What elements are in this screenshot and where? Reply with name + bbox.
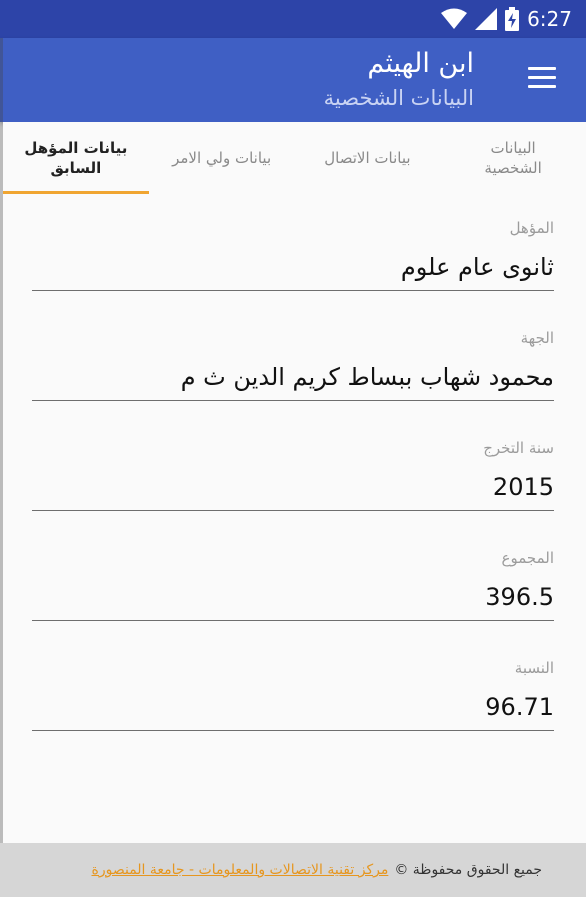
tab-guardian-data[interactable]: بيانات ولي الامر <box>149 122 295 194</box>
tab-bar: البيانات الشخصية بيانات الاتصال بيانات و… <box>3 122 586 194</box>
tab-label: بيانات ولي الامر <box>172 149 272 167</box>
tab-previous-qualification[interactable]: بيانات المؤهل السابق <box>3 122 149 194</box>
total-score-field[interactable]: المجموع 396.5 <box>32 525 554 635</box>
percentage-field[interactable]: النسبة 96.71 <box>32 635 554 745</box>
tab-personal-data[interactable]: البيانات الشخصية <box>440 122 586 194</box>
field-label: الجهة <box>520 329 554 347</box>
footer: جميع الحقوق محفوظة © مركز تقنية الاتصالا… <box>0 843 586 897</box>
signal-icon <box>475 8 498 30</box>
institution-field[interactable]: الجهة محمود شهاب ببساط كريم الدين ث م <box>32 305 554 415</box>
qualification-field[interactable]: المؤهل ثانوى عام علوم <box>32 195 554 305</box>
tab-label: بيانات الاتصال <box>324 149 411 167</box>
field-label: المجموع <box>501 549 554 567</box>
field-value: محمود شهاب ببساط كريم الدين ث م <box>180 363 554 391</box>
footer-rights-text: جميع الحقوق محفوظة © <box>394 862 542 878</box>
field-label: سنة التخرج <box>483 439 554 457</box>
graduation-year-field[interactable]: سنة التخرج 2015 <box>32 415 554 525</box>
tab-label: بيانات المؤهل السابق <box>24 139 128 177</box>
field-label: النسبة <box>514 659 554 677</box>
qualification-form: المؤهل ثانوى عام علوم الجهة محمود شهاب ب… <box>32 195 554 745</box>
status-time: 6:27 <box>527 7 572 31</box>
status-icons: 6:27 <box>441 6 572 32</box>
tab-label: البيانات الشخصية <box>484 139 542 177</box>
field-underline <box>32 620 554 621</box>
app-bar: ابن الهيثم البيانات الشخصية <box>0 38 586 122</box>
tab-contact-data[interactable]: بيانات الاتصال <box>295 122 441 194</box>
app-subtitle: البيانات الشخصية <box>323 86 474 110</box>
field-underline <box>32 510 554 511</box>
field-value: 96.71 <box>485 693 554 721</box>
field-underline <box>32 400 554 401</box>
status-bar: 6:27 <box>0 0 586 38</box>
app-title: ابن الهيثم <box>367 48 474 79</box>
battery-charging-icon <box>505 7 520 31</box>
field-value: 2015 <box>492 473 554 501</box>
field-value: 396.5 <box>485 583 554 611</box>
footer-link[interactable]: مركز تقنية الاتصالات والمعلومات - جامعة … <box>92 862 389 878</box>
wifi-icon <box>441 8 468 29</box>
field-label: المؤهل <box>509 219 554 237</box>
screen-edge-divider <box>0 38 3 843</box>
field-value: ثانوى عام علوم <box>400 253 554 281</box>
field-underline <box>32 290 554 291</box>
hamburger-menu-icon[interactable] <box>528 67 556 89</box>
field-underline <box>32 730 554 731</box>
